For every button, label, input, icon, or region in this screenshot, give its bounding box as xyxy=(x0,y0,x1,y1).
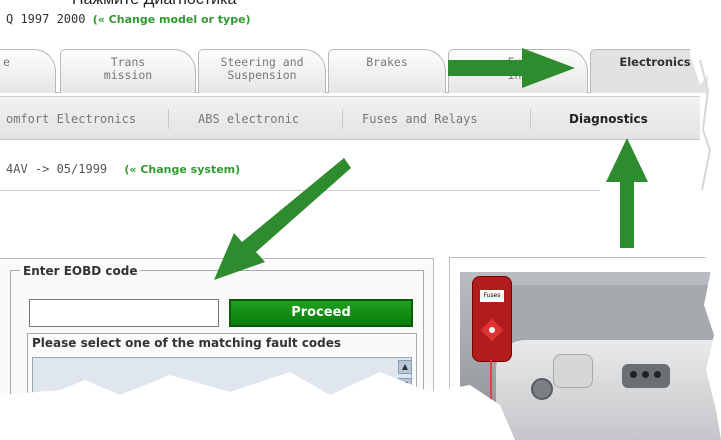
tab-electronics-label: Electronics xyxy=(619,55,691,69)
subtab-abs-electronic[interactable]: ABS electronic xyxy=(198,97,299,141)
dashboard-image xyxy=(496,340,721,440)
tab-transmission-label: Trans mission xyxy=(103,55,153,82)
tab-brakes[interactable]: Brakes xyxy=(328,49,446,93)
scroll-left-icon[interactable]: ◀ xyxy=(36,400,50,414)
subtab-fuses-relays-label: Fuses and Relays xyxy=(362,112,478,126)
tab-electronics[interactable]: Electronics xyxy=(590,49,720,93)
tab-transmission[interactable]: Trans mission xyxy=(60,49,196,93)
scroll-up-icon[interactable]: ▲ xyxy=(398,360,412,374)
dashboard-top xyxy=(505,285,721,345)
model-line: Q 1997 2000 (« Change model or type) xyxy=(6,12,251,26)
system-text: 4AV -> 05/1999 xyxy=(6,162,108,176)
system-line: 4AV -> 05/1999 (« Change system) xyxy=(6,162,240,176)
eobd-legend: Enter EOBD code xyxy=(20,264,141,278)
tab-engine-label: e xyxy=(3,55,10,69)
subtab-comfort-electronics-label: omfort Electronics xyxy=(6,112,137,126)
proceed-button[interactable]: Proceed xyxy=(229,299,413,327)
subtab-fuses-relays[interactable]: Fuses and Relays xyxy=(362,97,478,141)
sub-tab-bar: omfort Electronics ABS electronic Fuses … xyxy=(0,96,700,140)
change-model-link[interactable]: (« Change model or type) xyxy=(93,13,251,26)
tab-steering-suspension-label: Steering and Suspension xyxy=(220,55,304,82)
fuse-marker-label: Fuses xyxy=(480,290,504,302)
subtab-separator xyxy=(342,109,343,129)
tab-exterior-interior-label: Ext Int xyxy=(507,55,529,82)
main-tab-bar: e Trans mission Steering and Suspension … xyxy=(0,49,720,93)
subtab-diagnostics-label: Diagnostics xyxy=(569,112,648,126)
subtab-abs-electronic-label: ABS electronic xyxy=(198,112,300,126)
tab-brakes-label: Brakes xyxy=(366,55,408,69)
divider xyxy=(0,190,600,191)
subtab-separator xyxy=(168,109,169,129)
fault-codes-title: Please select one of the matching fault … xyxy=(32,336,342,350)
eobd-code-input[interactable] xyxy=(29,299,219,327)
dashboard-knob xyxy=(531,378,553,400)
model-text: Q 1997 2000 xyxy=(6,12,86,26)
dashboard-vent xyxy=(622,364,670,388)
arrow-up-icon xyxy=(606,138,648,248)
fuse-wire xyxy=(490,360,492,440)
subtab-separator xyxy=(530,109,531,129)
scroll-thumb[interactable] xyxy=(170,396,230,412)
tab-steering-suspension[interactable]: Steering and Suspension xyxy=(198,49,326,93)
subtab-comfort-electronics[interactable]: omfort Electronics xyxy=(6,97,136,141)
tab-exterior-interior[interactable]: Ext Int xyxy=(448,49,588,93)
caption-text: Нажмите Диагностика xyxy=(72,0,236,9)
change-system-link[interactable]: (« Change system) xyxy=(124,163,240,176)
scroll-down-icon[interactable]: ▼ xyxy=(398,378,412,392)
dashboard-control xyxy=(553,354,593,388)
tab-engine[interactable]: e xyxy=(0,49,56,93)
subtab-diagnostics[interactable]: Diagnostics xyxy=(569,97,648,141)
page: Нажмите Диагностика Q 1997 2000 (« Chang… xyxy=(0,0,721,440)
